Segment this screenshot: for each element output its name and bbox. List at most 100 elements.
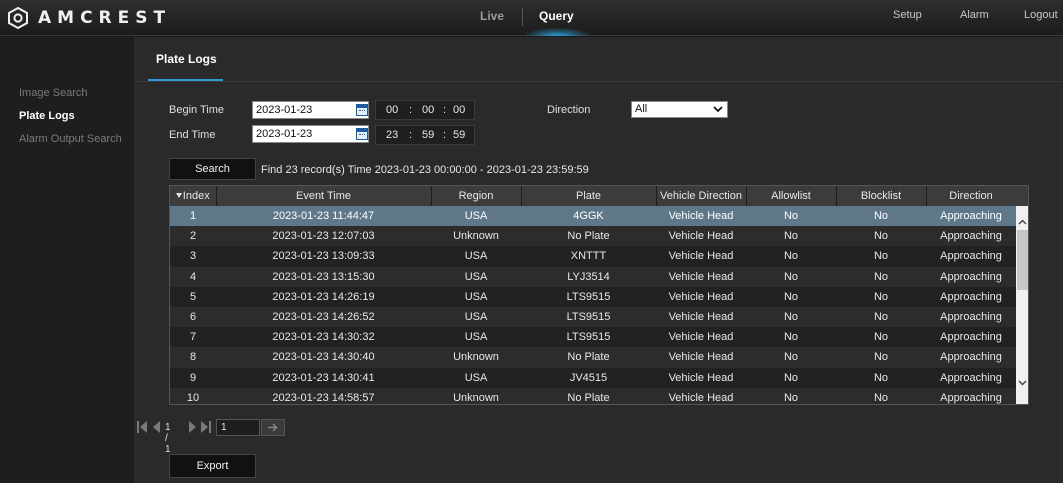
cell-blocklist: No <box>836 367 926 388</box>
go-to-page-button[interactable] <box>261 419 285 436</box>
column-header-allowlist[interactable]: Allowlist <box>746 186 837 206</box>
cell-plate: LTS9515 <box>521 286 656 307</box>
table-row[interactable]: 9 2023-01-23 14:30:41 USA JV4515 Vehicle Hea… <box>170 367 1016 388</box>
table-row[interactable]: 2 2023-01-23 12:07:03 Unknown No Plate Vehic… <box>170 226 1016 247</box>
cell-direction: Approaching <box>926 266 1016 287</box>
cell-allowlist: No <box>746 206 836 227</box>
plate-log-table: Index Event Time Region Plate Vehicle Di… <box>169 185 1029 405</box>
scroll-down-icon[interactable] <box>1016 376 1029 389</box>
column-header-region[interactable]: Region <box>431 186 522 206</box>
cell-event-time: 2023-01-23 13:15:30 <box>216 266 431 287</box>
begin-time-input[interactable]: 00 : 00 : 00 <box>375 100 475 120</box>
time-separator: : <box>443 129 447 141</box>
begin-date-input[interactable]: 2023-01-23 <box>252 101 369 119</box>
search-result-summary: Find 23 record(s) Time 2023-01-23 00:00:… <box>261 164 589 176</box>
end-hour[interactable]: 23 <box>386 129 398 141</box>
cell-plate: LYJ3514 <box>521 266 656 287</box>
cell-index: 1 <box>170 206 216 227</box>
table-scrollbar[interactable] <box>1016 186 1029 404</box>
end-second[interactable]: 59 <box>453 129 465 141</box>
cell-allowlist: No <box>746 226 836 247</box>
first-page-icon[interactable] <box>136 419 148 435</box>
cell-index: 7 <box>170 327 216 348</box>
table-row[interactable]: 8 2023-01-23 14:30:40 Unknown No Plate Vehic… <box>170 347 1016 368</box>
column-header-direction[interactable]: Direction <box>926 186 1017 206</box>
cell-region: USA <box>431 327 521 348</box>
table-row[interactable]: 3 2023-01-23 13:09:33 USA XNTTT Vehicle Head… <box>170 246 1016 267</box>
column-header-event-time[interactable]: Event Time <box>216 186 432 206</box>
cell-plate: LTS9515 <box>521 327 656 348</box>
cell-direction: Approaching <box>926 347 1016 368</box>
direction-select[interactable]: All <box>631 101 728 118</box>
time-separator: : <box>443 104 447 116</box>
prev-page-icon[interactable] <box>150 419 162 435</box>
top-bar: AMCREST Live Query Setup Alarm Logout <box>0 0 1063 36</box>
cell-region: USA <box>431 266 521 287</box>
nav-setup[interactable]: Setup <box>893 9 922 21</box>
cell-region: USA <box>431 306 521 328</box>
begin-hour[interactable]: 00 <box>386 104 398 116</box>
table-row[interactable]: 6 2023-01-23 14:26:52 USA LTS9515 Vehicle He… <box>170 306 1016 328</box>
cell-vehicle-direction: Vehicle Head <box>656 387 746 404</box>
next-page-icon[interactable] <box>187 419 199 435</box>
sidebar-item-alarm-output-search[interactable]: Alarm Output Search <box>19 133 122 145</box>
table-row[interactable]: 5 2023-01-23 14:26:19 USA LTS9515 Vehicle He… <box>170 286 1016 307</box>
cell-plate: No Plate <box>521 226 656 247</box>
scroll-up-icon[interactable] <box>1016 216 1029 229</box>
end-time-input[interactable]: 23 : 59 : 59 <box>375 125 475 145</box>
calendar-icon[interactable] <box>356 128 368 140</box>
cell-vehicle-direction: Vehicle Head <box>656 367 746 388</box>
cell-region: Unknown <box>431 226 521 247</box>
table-row[interactable]: 1 2023-01-23 11:44:47 USA 4GGK Vehicle Head N… <box>170 206 1016 227</box>
nav-active-indicator <box>525 28 590 36</box>
cell-blocklist: No <box>836 347 926 368</box>
page-number-input[interactable]: 1 <box>216 419 260 436</box>
main-content: Plate Logs Begin Time 2023-01-23 00 : 00… <box>134 37 1063 483</box>
column-header-plate[interactable]: Plate <box>521 186 657 206</box>
cell-index: 9 <box>170 367 216 388</box>
table-row[interactable]: 7 2023-01-23 14:30:32 USA LTS9515 Vehicle He… <box>170 327 1016 348</box>
end-date-input[interactable]: 2023-01-23 <box>252 125 369 143</box>
end-time-label: End Time <box>169 129 216 141</box>
cell-direction: Approaching <box>926 327 1016 348</box>
column-header-index[interactable]: Index <box>170 186 217 206</box>
cell-vehicle-direction: Vehicle Head <box>656 347 746 368</box>
column-header-blocklist[interactable]: Blocklist <box>836 186 927 206</box>
cell-event-time: 2023-01-23 13:09:33 <box>216 246 431 267</box>
table-row[interactable]: 4 2023-01-23 13:15:30 USA LYJ3514 Vehicle He… <box>170 266 1016 287</box>
nav-divider <box>522 8 523 26</box>
table-row[interactable]: 10 2023-01-23 14:58:57 Unknown No Plate Vehi… <box>170 387 1016 404</box>
search-button[interactable]: Search <box>169 158 256 180</box>
cell-index: 10 <box>170 387 216 404</box>
last-page-icon[interactable] <box>200 419 212 435</box>
cell-direction: Approaching <box>926 286 1016 307</box>
end-minute[interactable]: 59 <box>422 129 434 141</box>
cell-event-time: 2023-01-23 11:44:47 <box>216 206 431 227</box>
page-title: Plate Logs <box>156 52 217 66</box>
sidebar: Image Search Plate Logs Alarm Output Sea… <box>0 37 134 483</box>
nav-alarm[interactable]: Alarm <box>960 9 989 21</box>
calendar-icon[interactable] <box>356 104 368 116</box>
cell-direction: Approaching <box>926 387 1016 404</box>
cell-direction: Approaching <box>926 206 1016 227</box>
nav-live[interactable]: Live <box>480 9 504 23</box>
sidebar-item-plate-logs[interactable]: Plate Logs <box>19 110 75 122</box>
cell-vehicle-direction: Vehicle Head <box>656 226 746 247</box>
begin-minute[interactable]: 00 <box>422 104 434 116</box>
scrollbar-thumb[interactable] <box>1017 230 1028 290</box>
cell-vehicle-direction: Vehicle Head <box>656 246 746 267</box>
sidebar-item-image-search[interactable]: Image Search <box>19 87 87 99</box>
begin-second[interactable]: 00 <box>453 104 465 116</box>
column-header-vehicle-direction[interactable]: Vehicle Direction <box>656 186 747 206</box>
cell-region: Unknown <box>431 387 521 404</box>
cell-event-time: 2023-01-23 14:30:32 <box>216 327 431 348</box>
cell-region: Unknown <box>431 347 521 368</box>
export-button[interactable]: Export <box>169 454 256 478</box>
cell-event-time: 2023-01-23 14:30:40 <box>216 347 431 368</box>
direction-label: Direction <box>547 104 591 116</box>
time-separator: : <box>409 104 413 116</box>
nav-logout[interactable]: Logout <box>1024 9 1058 21</box>
nav-query[interactable]: Query <box>539 9 574 23</box>
cell-plate: 4GGK <box>521 206 656 227</box>
cell-blocklist: No <box>836 387 926 404</box>
